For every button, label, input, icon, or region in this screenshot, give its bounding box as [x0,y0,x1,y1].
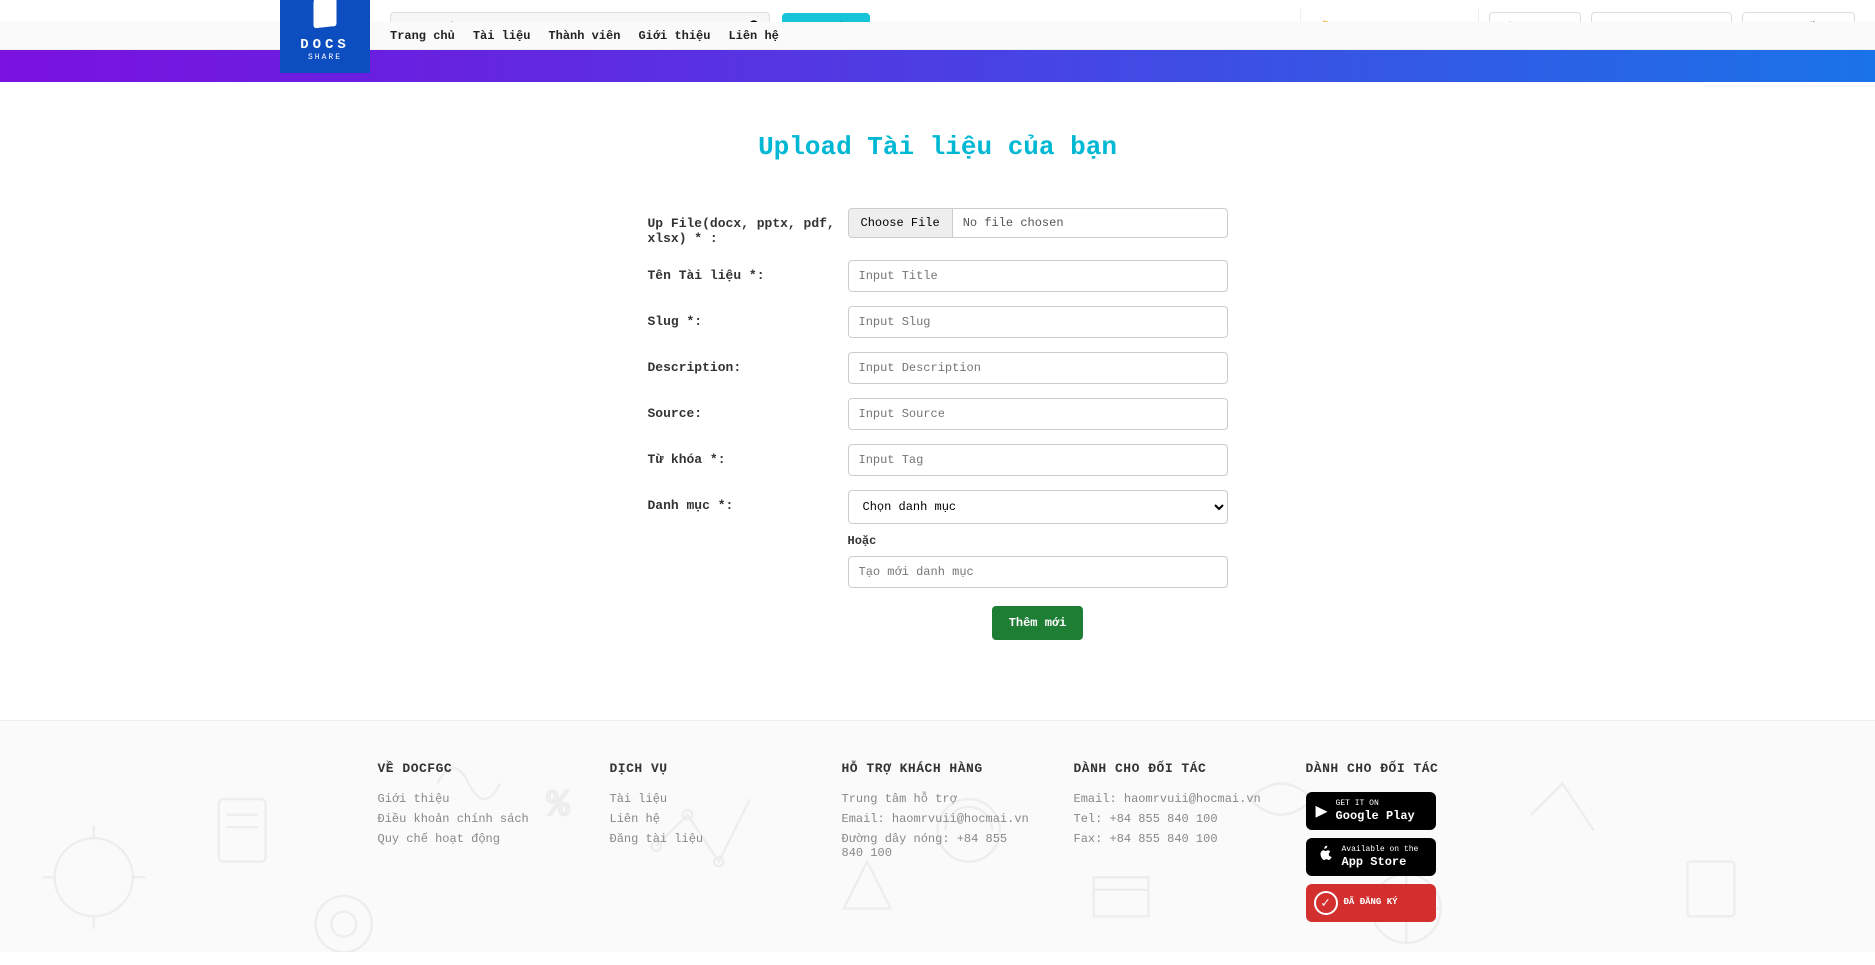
nav-about[interactable]: Giới thiệu [638,29,710,43]
footer-partner1-fax: Fax: +84 855 840 100 [1074,832,1266,846]
footer-link-docs[interactable]: Tài liệu [610,792,802,806]
slug-input[interactable] [848,306,1228,338]
footer: % VỀ DOCFGC Giới thiệu Điều khoản chính … [0,720,1875,952]
app-store-badge[interactable]: Available on theApp Store [1306,838,1436,876]
footer-about: VỀ DOCFGC Giới thiệu Điều khoản chính sá… [378,761,570,922]
apple-icon [1316,845,1334,870]
footer-link-terms[interactable]: Điều khoản chính sách [378,812,570,826]
play-icon: ▶ [1316,798,1328,824]
footer-link-intro[interactable]: Giới thiệu [378,792,570,806]
source-input[interactable] [848,398,1228,430]
footer-service: DỊCH VỤ Tài liệu Liên hệ Đăng tài liệu [610,761,802,922]
footer-link-contact[interactable]: Liên hệ [610,812,802,826]
title-input[interactable] [848,260,1228,292]
new-category-input[interactable] [848,556,1228,588]
tag-input[interactable] [848,444,1228,476]
main-content: Upload Tài liệu của bạn Up File(docx, pp… [388,132,1488,640]
file-input-wrap: Choose File No file chosen [848,208,1228,238]
nav-members[interactable]: Thành viên [548,29,620,43]
file-status: No file chosen [953,209,1227,237]
google-name: Google Play [1336,809,1415,823]
footer-about-title: VỀ DOCFGC [378,761,570,776]
logo-title: DOCS [300,37,350,53]
apple-name: App Store [1342,855,1419,869]
source-label: Source: [648,398,848,421]
slug-label: Slug *: [648,306,848,329]
description-label: Description: [648,352,848,375]
description-input[interactable] [848,352,1228,384]
footer-support-title: HỖ TRỢ KHÁCH HÀNG [842,761,1034,776]
footer-support-email: Email: haomrvuii@hocmai.vn [842,812,1034,826]
apple-pre: Available on the [1342,845,1419,854]
tag-label: Từ khóa *: [648,444,848,467]
nav-contact[interactable]: Liên hệ [728,29,778,43]
check-icon: ✓ [1314,891,1338,915]
footer-partner1-title: DÀNH CHO ĐỐI TÁC [1074,761,1266,776]
choose-file-button[interactable]: Choose File [849,209,953,237]
footer-service-title: DỊCH VỤ [610,761,802,776]
cert-badge[interactable]: ✓ ĐÃ ĐĂNG KÝ [1306,884,1436,922]
footer-partner1-tel: Tel: +84 855 840 100 [1074,812,1266,826]
page-title: Upload Tài liệu của bạn [408,132,1468,162]
category-select[interactable]: Chọn danh mục [848,490,1228,524]
logo-subtitle: SHARE [308,53,342,62]
nav-docs[interactable]: Tài liệu [473,29,531,43]
file-label: Up File(docx, pptx, pdf, xlsx) * : [648,208,848,246]
nav-home[interactable]: Trang chủ [390,29,455,43]
footer-support-center: Trung tâm hỗ trợ [842,792,1034,806]
footer-support: HỖ TRỢ KHÁCH HÀNG Trung tâm hỗ trợ Email… [842,761,1034,922]
google-pre: GET IT ON [1336,799,1379,808]
title-label: Tên Tài liệu *: [648,260,848,283]
footer-partner2-title: DÀNH CHO ĐỐI TÁC [1306,761,1498,776]
footer-partner2: DÀNH CHO ĐỐI TÁC ▶ GET IT ONGoogle Play … [1306,761,1498,922]
category-label: Danh mục *: [648,490,848,513]
document-icon [305,0,345,33]
footer-partner1-email: Email: haomrvuii@hocmai.vn [1074,792,1266,806]
footer-link-policy[interactable]: Quy chế hoạt động [378,832,570,846]
footer-link-upload[interactable]: Đăng tài liệu [610,832,802,846]
footer-support-hotline: Đường dây nóng: +84 855 840 100 [842,832,1034,860]
or-divider: Hoặc [848,534,1228,548]
google-play-badge[interactable]: ▶ GET IT ONGoogle Play [1306,792,1436,830]
cert-text: ĐÃ ĐĂNG KÝ [1344,898,1398,908]
footer-partner1: DÀNH CHO ĐỐI TÁC Email: haomrvuii@hocmai… [1074,761,1266,922]
logo[interactable]: DOCS SHARE [280,0,370,73]
submit-button[interactable]: Thêm mới [992,606,1084,640]
